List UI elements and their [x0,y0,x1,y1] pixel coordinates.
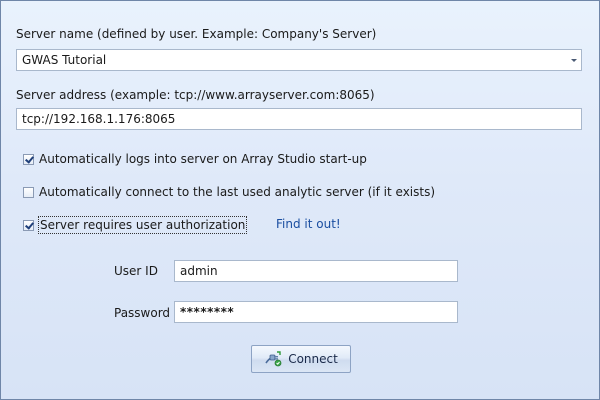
chevron-down-icon[interactable] [571,59,577,62]
requires-auth-label: Server requires user authorization [37,216,248,234]
server-name-label: Server name (defined by user. Example: C… [16,27,377,41]
auto-connect-analytic-label: Automatically connect to the last used a… [39,185,436,199]
requires-auth-option[interactable]: Server requires user authorization [23,216,248,234]
server-connection-dialog: Server name (defined by user. Example: C… [0,0,600,400]
server-address-field[interactable] [16,108,582,130]
password-field[interactable]: ******** [174,301,458,323]
auto-login-checkbox[interactable] [23,153,34,165]
auto-login-label: Automatically logs into server on Array … [39,152,367,166]
plug-connect-icon [265,351,282,367]
connect-button[interactable]: Connect [251,345,351,373]
server-address-input[interactable] [22,110,576,128]
server-name-value: GWAS Tutorial [22,53,107,67]
user-id-input[interactable] [180,262,452,280]
find-it-out-link[interactable]: Find it out! [276,217,341,231]
requires-auth-checkbox[interactable] [23,219,34,231]
auto-connect-analytic-checkbox[interactable] [23,186,34,198]
user-id-field[interactable] [174,260,458,282]
auto-login-option[interactable]: Automatically logs into server on Array … [23,150,367,168]
server-address-label: Server address (example: tcp://www.array… [16,88,375,102]
auto-connect-analytic-option[interactable]: Automatically connect to the last used a… [23,183,435,201]
password-label: Password [114,306,171,320]
user-id-label: User ID [114,264,158,278]
password-masked-value[interactable]: ******** [180,305,234,319]
connect-button-label: Connect [288,352,338,366]
server-name-select[interactable]: GWAS Tutorial [16,49,582,71]
